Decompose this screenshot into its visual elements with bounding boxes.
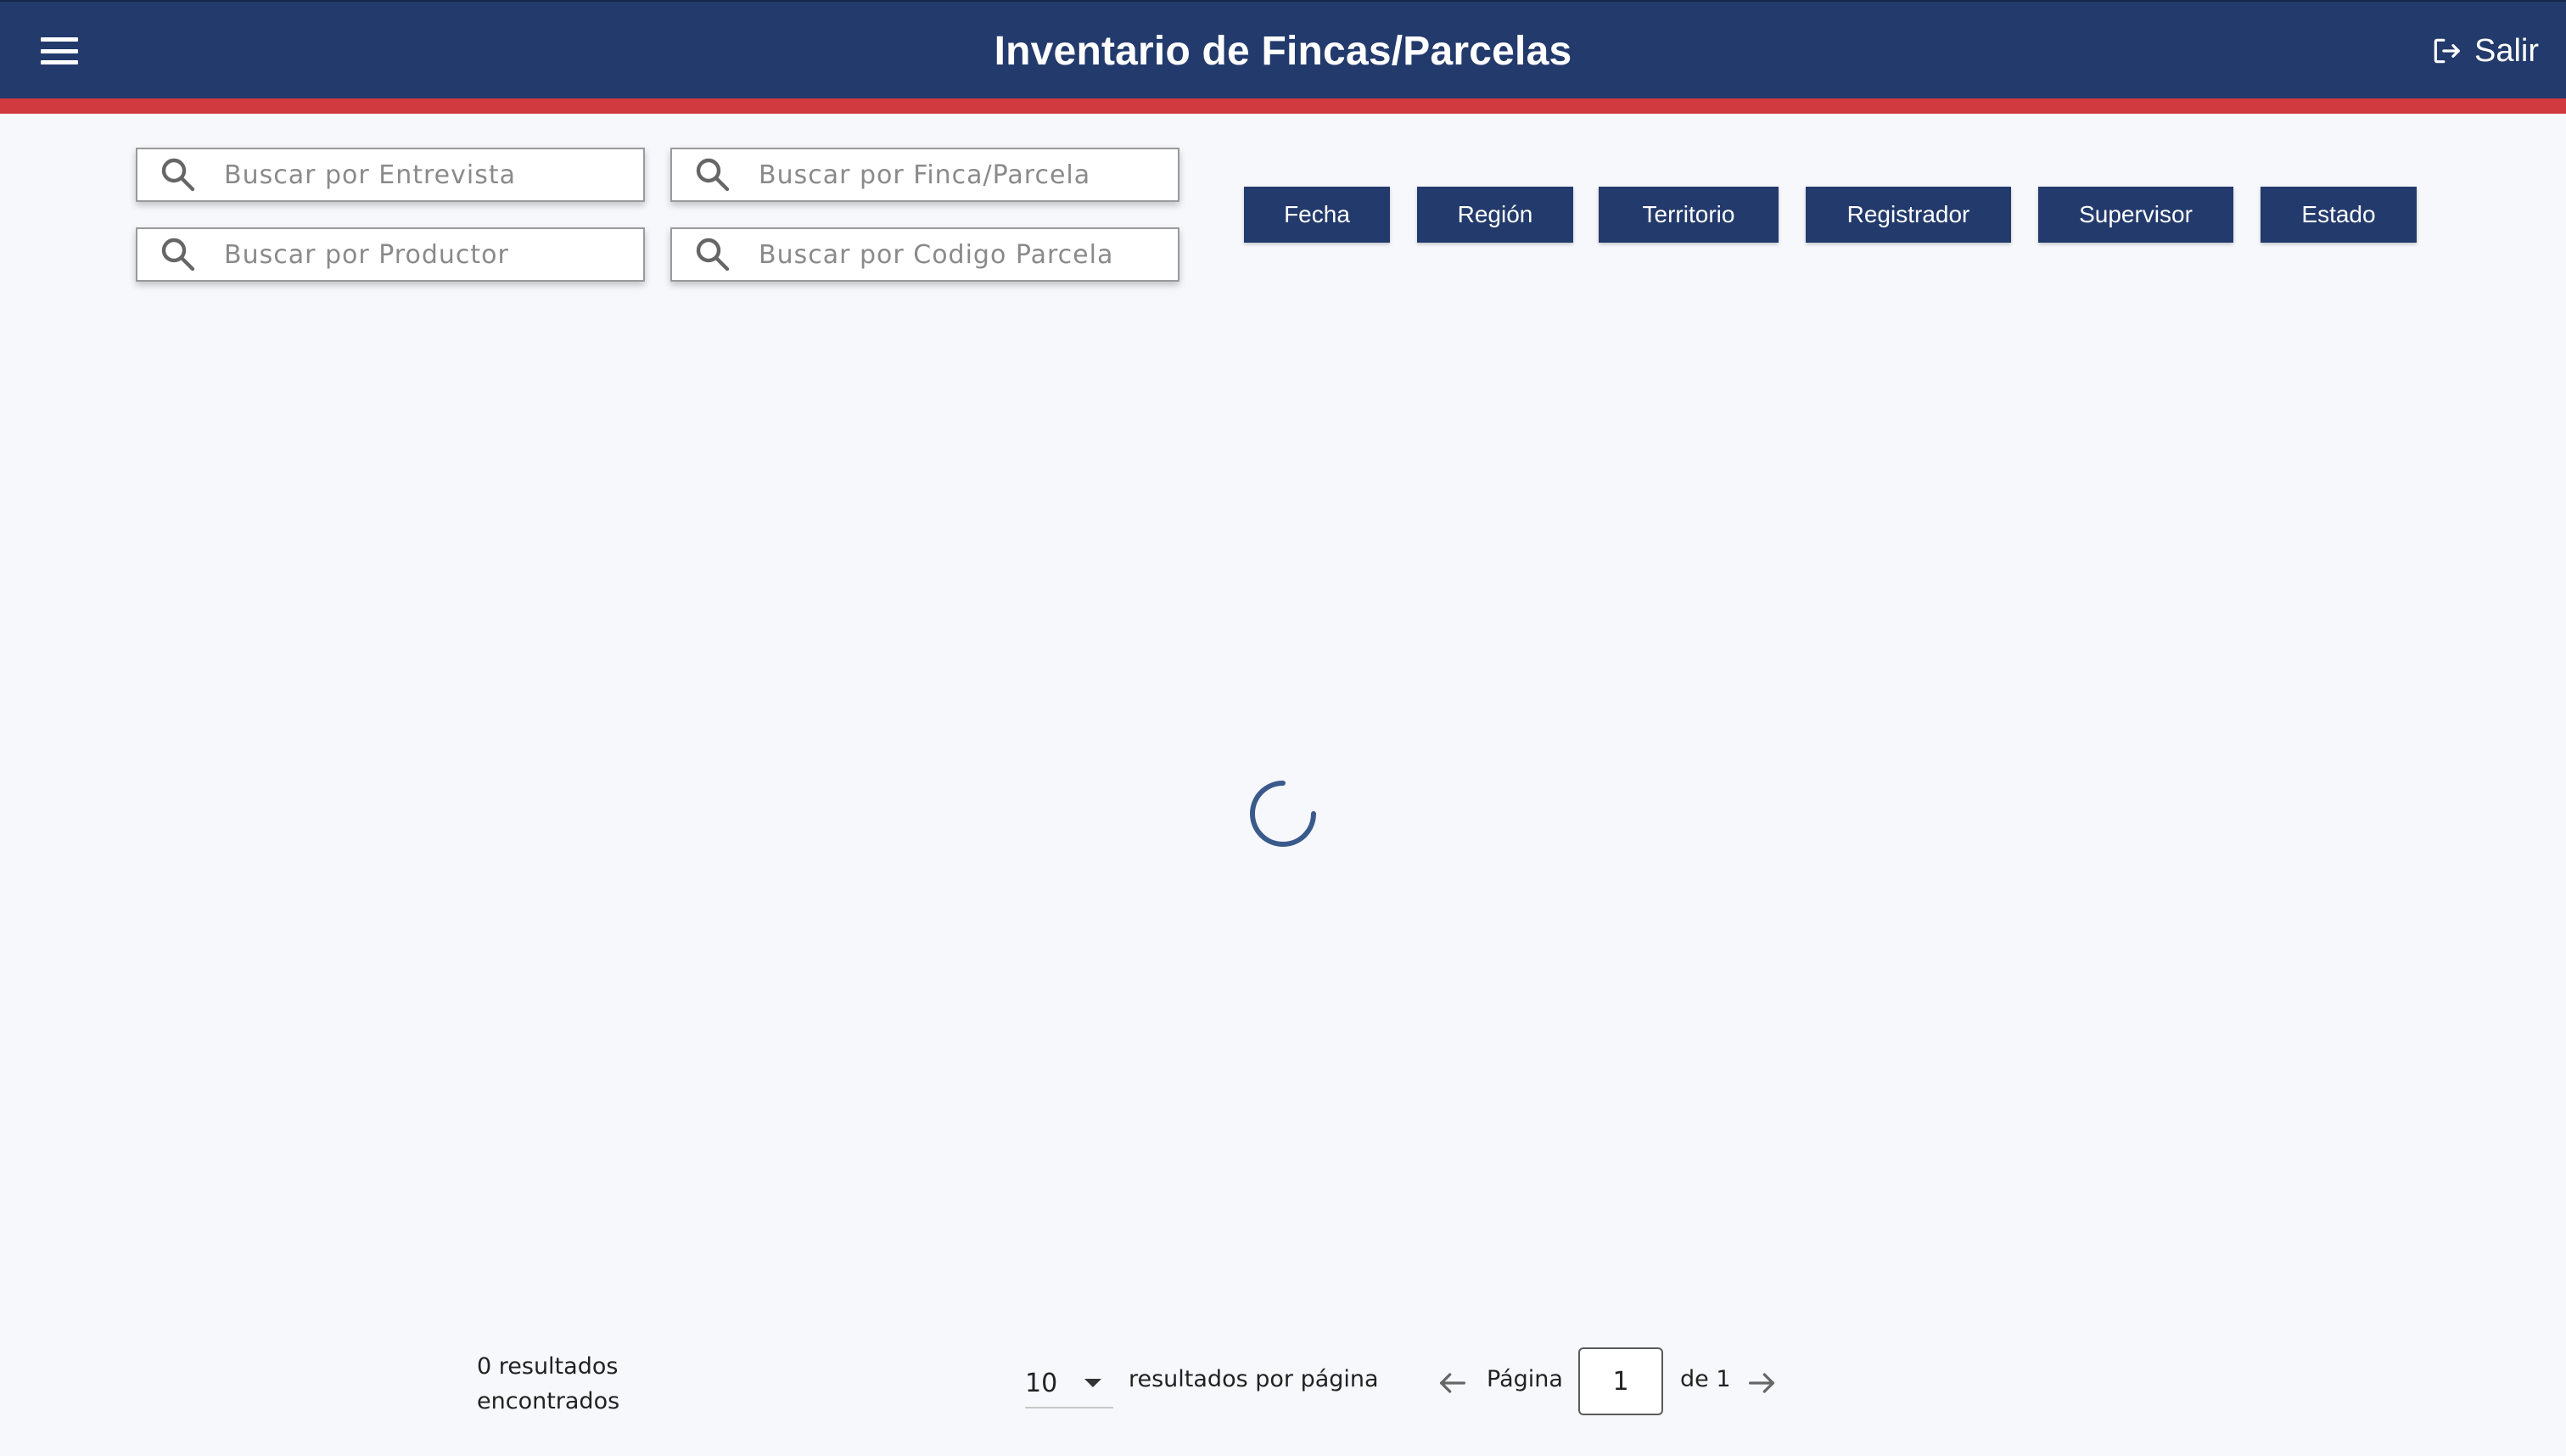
filter-estado-button[interactable]: Estado xyxy=(2261,187,2417,243)
search-entrevista-input[interactable] xyxy=(224,160,631,190)
search-icon xyxy=(161,238,195,272)
page-total: de 1 xyxy=(1680,1366,1731,1392)
per-page-label: resultados por página xyxy=(1129,1366,1379,1392)
search-entrevista[interactable] xyxy=(136,148,645,202)
menu-icon[interactable] xyxy=(37,32,81,70)
search-icon xyxy=(696,238,730,272)
logout-button[interactable]: Salir xyxy=(2430,27,2539,75)
logout-label: Salir xyxy=(2474,32,2539,69)
search-icon xyxy=(696,158,730,192)
results-count-line1: 0 resultados xyxy=(477,1353,619,1380)
per-page-value: 10 xyxy=(1025,1368,1058,1398)
search-productor-input[interactable] xyxy=(224,239,631,270)
chevron-down-icon xyxy=(1084,1379,1101,1387)
page-label: Página xyxy=(1487,1366,1563,1392)
search-finca[interactable] xyxy=(670,148,1179,202)
filter-region-button[interactable]: Región xyxy=(1417,187,1573,243)
search-icon xyxy=(161,158,195,192)
search-finca-input[interactable] xyxy=(759,160,1166,190)
search-codigo-parcela-input[interactable] xyxy=(759,239,1166,270)
header-accent-bar xyxy=(0,98,2566,114)
filter-registrador-button[interactable]: Registrador xyxy=(1806,187,2011,243)
loading-spinner xyxy=(1250,781,1316,847)
filter-supervisor-button[interactable]: Supervisor xyxy=(2038,187,2233,243)
page-title: Inventario de Fincas/Parcelas xyxy=(994,28,1572,74)
arrow-right-icon[interactable] xyxy=(1745,1366,1779,1400)
app-header: Inventario de Fincas/Parcelas Salir xyxy=(0,0,2566,98)
logout-icon xyxy=(2434,38,2460,64)
page-number-input[interactable] xyxy=(1578,1347,1663,1415)
search-productor[interactable] xyxy=(136,227,645,282)
results-count: 0 resultados encontrados xyxy=(477,1349,619,1419)
per-page-select[interactable]: 10 xyxy=(1025,1359,1113,1408)
search-codigo-parcela[interactable] xyxy=(670,227,1179,282)
filter-territorio-button[interactable]: Territorio xyxy=(1599,187,1779,243)
results-count-line2: encontrados xyxy=(477,1388,620,1414)
arrow-left-icon[interactable] xyxy=(1436,1366,1470,1400)
filter-fecha-button[interactable]: Fecha xyxy=(1244,187,1390,243)
